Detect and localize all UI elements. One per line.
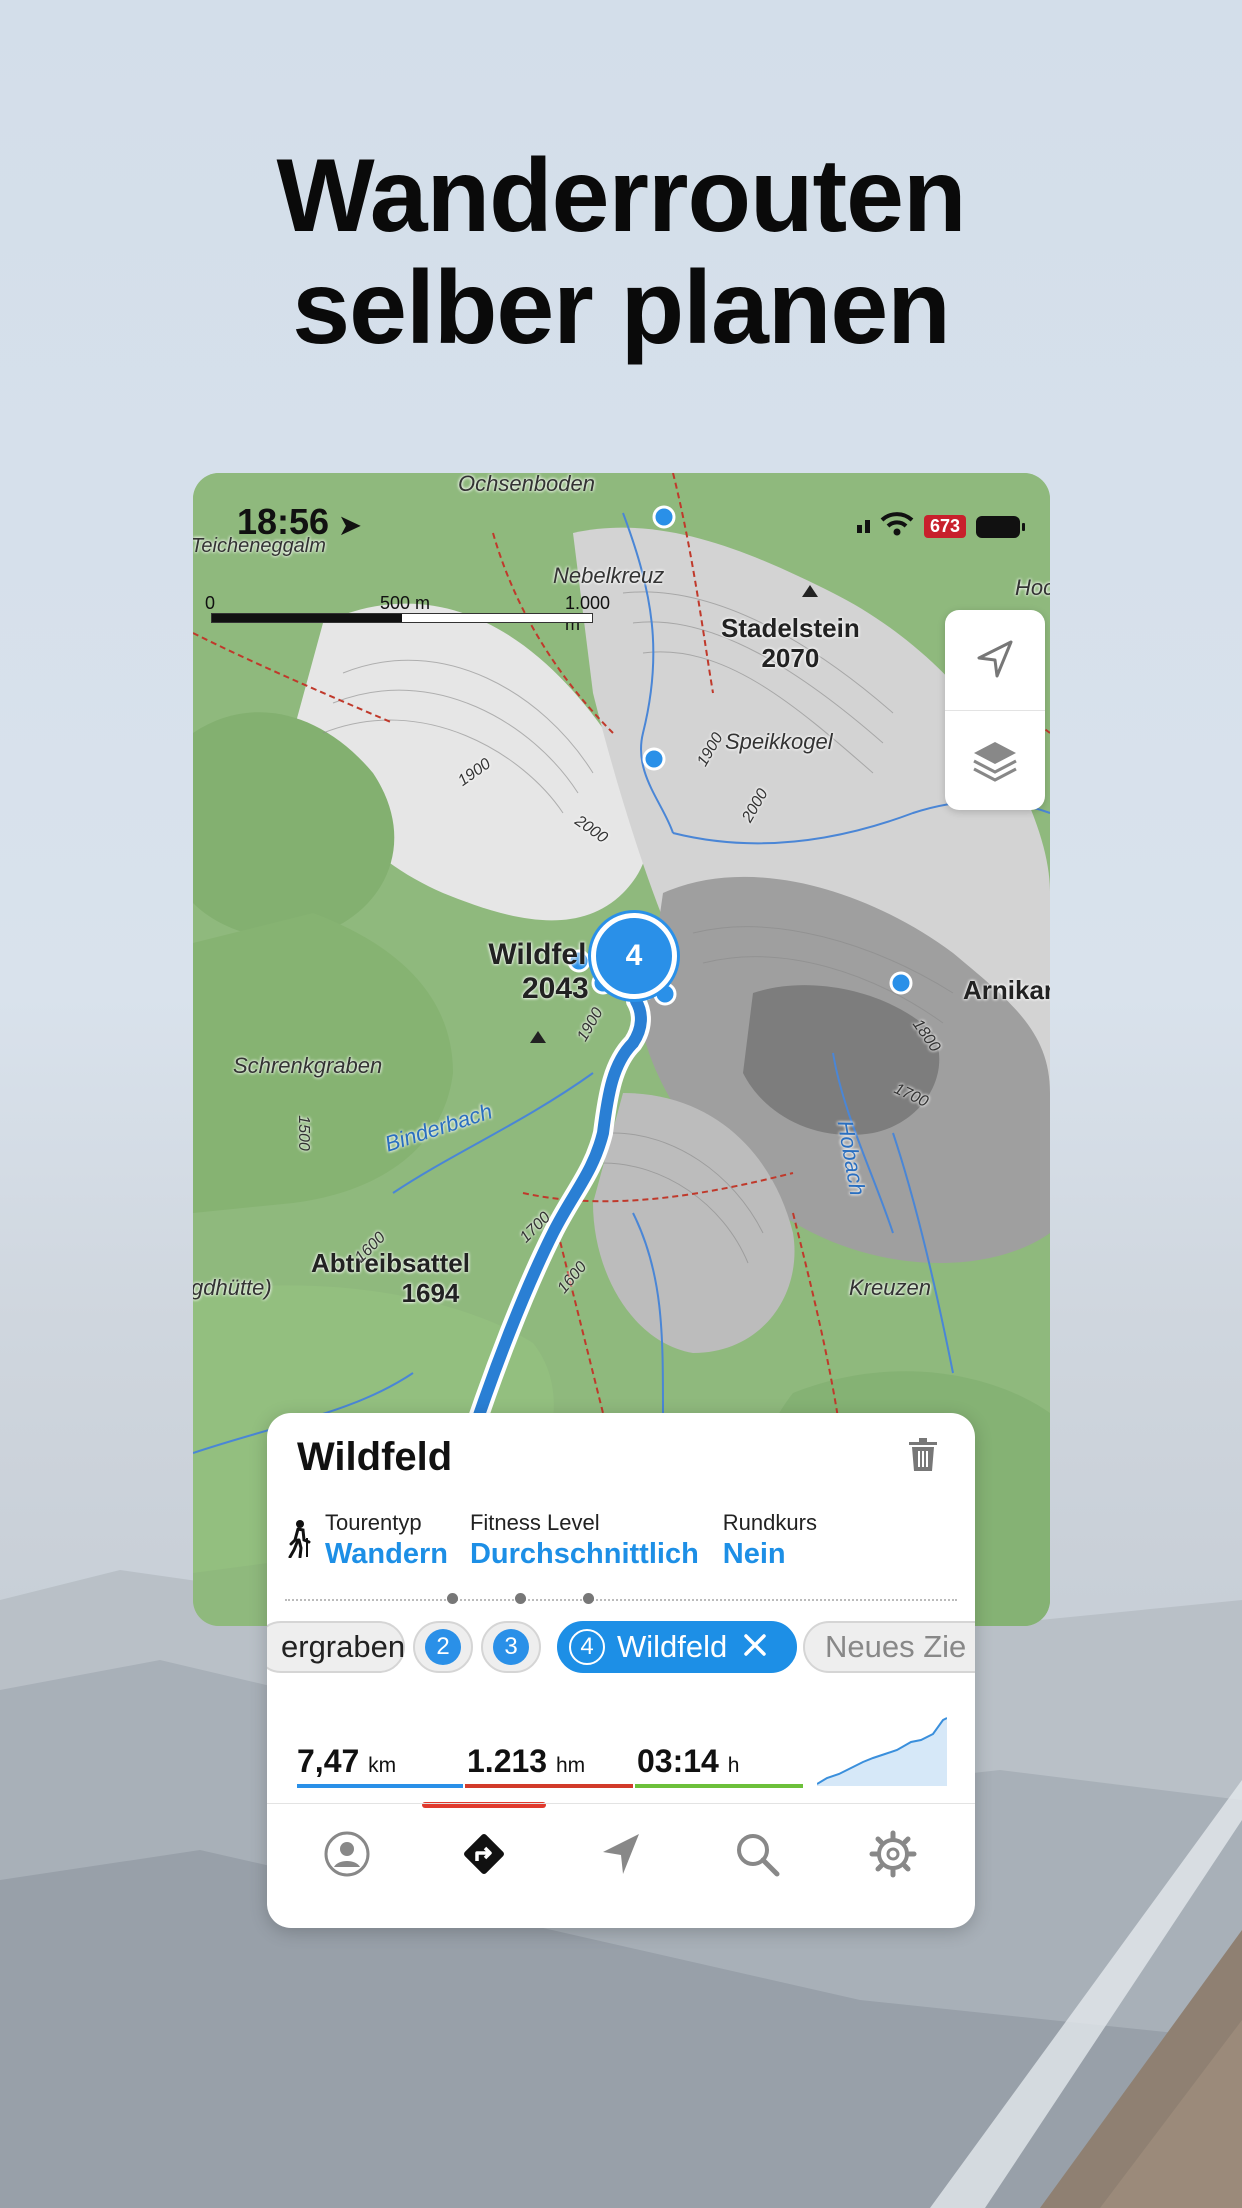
timeline-dot — [447, 1593, 458, 1604]
wifi-icon — [880, 511, 914, 542]
waypoint-chip-4[interactable]: 4 Wildfeld — [557, 1621, 797, 1673]
route-planner-icon — [464, 1834, 504, 1874]
new-destination-chip[interactable]: Neues Zie — [803, 1621, 975, 1673]
headline: Wanderrouten selber planen — [0, 140, 1242, 364]
settings-icon — [869, 1830, 917, 1878]
route-sheet: Wildfeld Tourentyp Wandern Fitness Level… — [267, 1413, 975, 1928]
trash-icon — [909, 1438, 937, 1471]
tab-search[interactable] — [727, 1824, 787, 1884]
map-label-stadelstein: Stadelstein 2070 — [721, 613, 860, 673]
altitude-badge: 673 — [923, 515, 966, 538]
waypoint-chip-2[interactable]: 2 — [413, 1621, 473, 1673]
duration-bar — [635, 1784, 803, 1788]
close-icon — [744, 1634, 767, 1656]
stat-elevation: 1.213 hm — [467, 1743, 586, 1779]
map-label-ochsenboden: Ochsenboden — [458, 473, 595, 496]
layers-button[interactable] — [945, 710, 1045, 810]
battery-icon — [976, 515, 1025, 538]
distance-bar — [297, 1784, 463, 1788]
location-arrow-icon: ➤ — [339, 510, 361, 540]
headline-line-1: Wanderrouten — [276, 138, 966, 254]
map-label-speikkogel: Speikkogel — [725, 729, 833, 754]
elevation-profile-chart[interactable] — [817, 1716, 947, 1786]
waypoint-chips: ergraben 2 3 4 Wildfeld Neues Zie — [267, 1621, 975, 1677]
delete-button[interactable] — [907, 1437, 939, 1478]
map-label-arnikar: Arnikar — [963, 975, 1050, 1005]
waypoint-timeline — [285, 1599, 957, 1601]
route-title: Wildfeld — [297, 1435, 453, 1479]
waypoint-chip-1[interactable]: ergraben — [267, 1621, 405, 1673]
waypoint-marker-4[interactable]: 4 — [591, 913, 677, 999]
map-label-jagdhuette: gdhütte) — [193, 1275, 272, 1300]
locate-button[interactable] — [945, 610, 1045, 710]
profile-icon — [324, 1831, 370, 1877]
hiker-icon — [287, 1520, 311, 1563]
waypoint-chip-3[interactable]: 3 — [481, 1621, 541, 1673]
tab-profile[interactable] — [317, 1824, 377, 1884]
map-label-schrenkgraben: Schrenkgraben — [233, 1053, 383, 1078]
map-label-kreuzen: Kreuzen — [849, 1275, 931, 1300]
remove-waypoint-button[interactable] — [743, 1629, 767, 1665]
elevation-bar — [465, 1784, 633, 1788]
timeline-dot — [583, 1593, 594, 1604]
fitness-level-setting[interactable]: Fitness Level Durchschnittlich — [470, 1508, 699, 1570]
map-label-hoc: Hoc — [1015, 575, 1050, 600]
layers-icon — [973, 742, 1017, 782]
map-controls — [945, 610, 1045, 810]
tab-settings[interactable] — [863, 1824, 923, 1884]
status-time: 18:56 ➤ — [237, 501, 361, 542]
tab-bar — [267, 1803, 975, 1928]
route-settings: Tourentyp Wandern Fitness Level Durchsch… — [287, 1508, 839, 1570]
map-scale: 0 500 m 1.000 m — [205, 593, 611, 634]
signal-icon — [856, 520, 870, 533]
map-label-nebelkreuz: Nebelkreuz — [553, 563, 665, 588]
navigate-icon — [603, 1834, 639, 1874]
tab-route-planner[interactable] — [454, 1824, 514, 1884]
stat-distance: 7,47 km — [297, 1743, 397, 1779]
stat-duration: 03:14 h — [637, 1743, 740, 1779]
map-label-wildfeld: Wildfel 2043 — [488, 938, 589, 1005]
map-label-abtreibsattel: Abtreibsattel 1694 — [311, 1248, 470, 1308]
tour-type-setting[interactable]: Tourentyp Wandern — [325, 1508, 448, 1570]
headline-line-2: selber planen — [292, 250, 950, 366]
search-icon — [737, 1834, 780, 1877]
round-trip-setting[interactable]: Rundkurs Nein — [723, 1508, 817, 1570]
tab-navigate[interactable] — [591, 1824, 651, 1884]
status-icons: 673 — [856, 511, 1025, 542]
timeline-dot — [515, 1593, 526, 1604]
navigation-arrow-icon — [977, 640, 1013, 678]
contour-label: 1500 — [294, 1115, 312, 1151]
